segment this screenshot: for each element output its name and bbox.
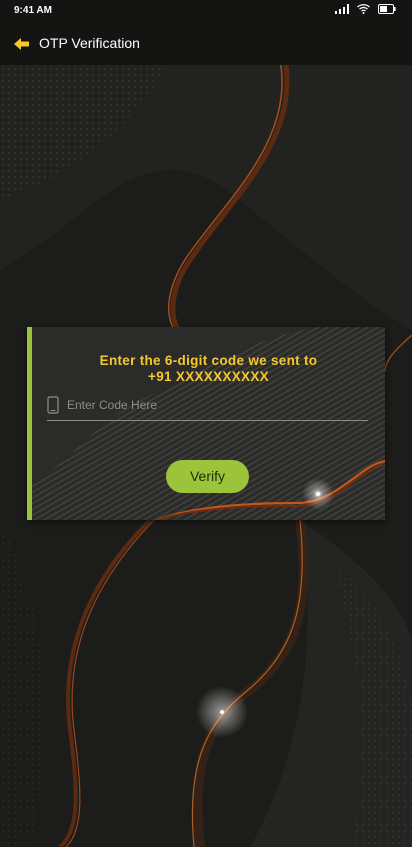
status-icons <box>335 4 396 14</box>
back-arrow-icon[interactable] <box>12 34 32 54</box>
status-bar: 9:41 AM <box>0 0 412 22</box>
page-title: OTP Verification <box>39 35 140 51</box>
battery-icon <box>378 4 396 14</box>
phone-icon <box>47 396 59 414</box>
verify-button[interactable]: Verify <box>166 460 249 493</box>
otp-message-line1: Enter the 6-digit code we sent to <box>99 353 318 368</box>
otp-input-underline <box>47 420 368 421</box>
status-time: 9:41 AM <box>14 5 52 16</box>
otp-code-input[interactable] <box>67 394 367 416</box>
otp-card: Enter the 6-digit code we sent to +91 XX… <box>27 327 385 520</box>
otp-phone-number: +91 XXXXXXXXXX <box>148 369 269 384</box>
wifi-icon <box>357 4 370 14</box>
app-bar: OTP Verification <box>0 22 412 65</box>
signal-icon <box>335 4 349 14</box>
otp-message: Enter the 6-digit code we sent to +91 XX… <box>32 353 385 385</box>
